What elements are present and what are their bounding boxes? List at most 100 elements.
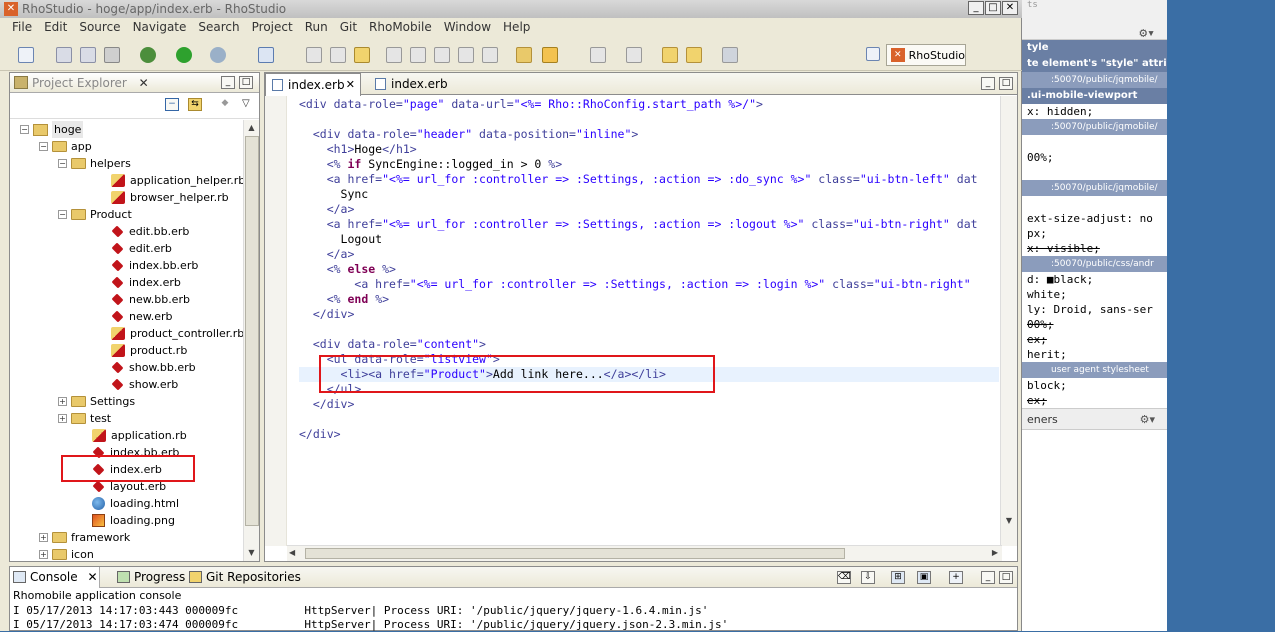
menu-git[interactable]: Git: [334, 18, 363, 37]
perspective-rhostudio[interactable]: ✕ RhoStudio: [886, 44, 966, 66]
tree-item[interactable]: − app: [39, 138, 92, 155]
print-icon[interactable]: [104, 47, 120, 63]
tree-item[interactable]: − helpers: [58, 155, 131, 172]
save-icon[interactable]: [56, 47, 72, 63]
new-icon[interactable]: [18, 47, 34, 63]
collapse-icon[interactable]: −: [39, 142, 48, 151]
close-icon[interactable]: ✕: [139, 76, 149, 90]
expand-icon[interactable]: +: [39, 550, 48, 559]
maximize-icon[interactable]: □: [239, 76, 253, 89]
pin-console-icon[interactable]: ⊞: [891, 571, 905, 584]
editor-hscroll-thumb[interactable]: [305, 548, 845, 559]
git-push-icon[interactable]: [330, 47, 346, 63]
maximize-icon[interactable]: □: [999, 571, 1013, 584]
git-merge-icon[interactable]: [458, 47, 474, 63]
editor-vertical-scrollbar[interactable]: ▼: [1000, 96, 1017, 546]
gear-icon[interactable]: ⚙▾: [1140, 409, 1155, 431]
collapse-all-icon[interactable]: −: [165, 98, 179, 111]
open-console-icon[interactable]: +: [949, 571, 963, 584]
save-all-icon[interactable]: [80, 47, 96, 63]
close-button[interactable]: ✕: [1002, 1, 1018, 15]
external-tools-icon[interactable]: [210, 47, 226, 63]
menu-help[interactable]: Help: [497, 18, 536, 37]
tree-item[interactable]: new.erb: [111, 308, 173, 325]
scroll-lock-icon[interactable]: ⇩: [861, 571, 875, 584]
menu-project[interactable]: Project: [246, 18, 299, 37]
tree-item[interactable]: new.bb.erb: [111, 291, 190, 308]
close-icon[interactable]: ✕: [87, 570, 97, 584]
view-menu-icon[interactable]: ▽: [242, 98, 250, 109]
tree-item[interactable]: browser_helper.rb: [111, 189, 229, 206]
minimize-button[interactable]: _: [968, 1, 984, 15]
tree-item[interactable]: application.rb: [92, 427, 187, 444]
tree-item[interactable]: edit.erb: [111, 240, 172, 257]
event-listeners-section[interactable]: eners ⚙▾: [1011, 408, 1167, 430]
tree-item[interactable]: + Settings: [58, 393, 135, 410]
tree-item[interactable]: edit.bb.erb: [111, 223, 189, 240]
collapse-icon[interactable]: −: [58, 159, 67, 168]
menu-rhomobile[interactable]: RhoMobile: [363, 18, 438, 37]
tab-git-repositories[interactable]: Git Repositories: [186, 567, 301, 588]
minimize-icon[interactable]: _: [221, 76, 235, 89]
open-task-icon[interactable]: [542, 47, 558, 63]
maximize-button[interactable]: □: [985, 1, 1001, 15]
run-icon[interactable]: [176, 47, 192, 63]
tab-index-erb[interactable]: index.erb: [369, 73, 459, 95]
open-perspective-icon[interactable]: [866, 47, 880, 61]
open-folder-icon[interactable]: [516, 47, 532, 63]
tab-index-erb-active[interactable]: index.erb ✕: [265, 73, 361, 96]
filter-icon[interactable]: ◆: [218, 98, 232, 111]
menu-source[interactable]: Source: [73, 18, 126, 37]
menu-run[interactable]: Run: [299, 18, 334, 37]
git-add-icon[interactable]: [386, 47, 402, 63]
display-console-icon[interactable]: ▣: [917, 571, 931, 584]
clear-console-icon[interactable]: ⌫: [837, 571, 851, 584]
collapse-icon[interactable]: −: [58, 210, 67, 219]
git-reset-icon[interactable]: [434, 47, 450, 63]
tree-item[interactable]: loading.html: [92, 495, 179, 512]
scroll-up-icon[interactable]: ▲: [244, 120, 259, 136]
code-area[interactable]: <div data-role="page" data-url="<%= Rho:…: [299, 97, 999, 545]
scroll-right-icon[interactable]: ▶: [992, 548, 998, 557]
tree-item[interactable]: − hoge: [20, 121, 84, 138]
maximize-icon[interactable]: □: [999, 77, 1013, 90]
tree-item[interactable]: index.bb.erb: [111, 257, 198, 274]
prev-annotation-icon[interactable]: [626, 47, 642, 63]
tree-item[interactable]: application_helper.rb: [111, 172, 243, 189]
menu-window[interactable]: Window: [438, 18, 497, 37]
collapse-icon[interactable]: −: [20, 125, 29, 134]
minimize-icon[interactable]: _: [981, 77, 995, 90]
explorer-scroll-thumb[interactable]: [245, 136, 259, 526]
git-sync-icon[interactable]: [482, 47, 498, 63]
tree-item[interactable]: index.erb: [111, 274, 181, 291]
menu-search[interactable]: Search: [192, 18, 245, 37]
scroll-down-icon[interactable]: ▼: [1001, 516, 1017, 530]
back-icon[interactable]: [686, 47, 702, 63]
tree-item[interactable]: show.bb.erb: [111, 359, 196, 376]
expand-icon[interactable]: +: [39, 533, 48, 542]
git-pull-icon[interactable]: [354, 47, 370, 63]
explorer-scrollbar[interactable]: ▲ ▼: [243, 120, 259, 561]
open-type-icon[interactable]: [258, 47, 274, 63]
tree-item[interactable]: + framework: [39, 529, 130, 546]
tree-item[interactable]: loading.png: [92, 512, 175, 529]
tab-progress[interactable]: Progress: [114, 567, 185, 588]
link-with-editor-icon[interactable]: ⇆: [188, 98, 202, 111]
tree-item[interactable]: + test: [58, 410, 111, 427]
tab-console[interactable]: Console ✕: [10, 567, 100, 588]
tree-item[interactable]: − Product: [58, 206, 132, 223]
tree-item[interactable]: product_controller.rb: [111, 325, 243, 342]
close-icon[interactable]: ✕: [346, 74, 355, 96]
git-fetch-icon[interactable]: [306, 47, 322, 63]
expand-icon[interactable]: +: [58, 397, 67, 406]
menu-edit[interactable]: Edit: [38, 18, 73, 37]
next-annotation-icon[interactable]: [590, 47, 606, 63]
debug-icon[interactable]: [140, 47, 156, 63]
last-edit-icon[interactable]: [662, 47, 678, 63]
editor-horizontal-scrollbar[interactable]: ◀ ▶: [287, 545, 1002, 561]
tree-item[interactable]: + icon: [39, 546, 94, 561]
git-commit-icon[interactable]: [410, 47, 426, 63]
scroll-down-icon[interactable]: ▼: [244, 545, 259, 561]
tree-item[interactable]: show.erb: [111, 376, 178, 393]
tab-project-explorer[interactable]: Project Explorer ✕: [10, 73, 155, 93]
